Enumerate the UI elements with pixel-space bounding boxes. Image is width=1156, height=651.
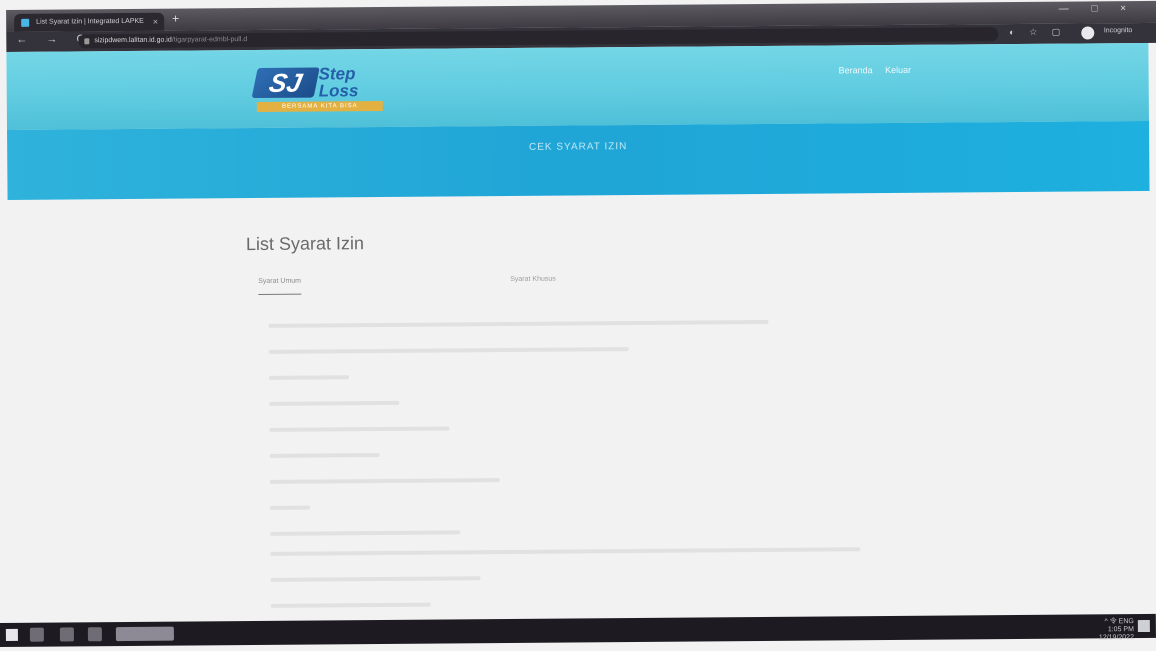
new-tab-icon[interactable]: + [172,12,179,26]
clock-time: 1:05 PM [1107,626,1134,634]
tab-syarat-khusus[interactable]: Syarat Khusus [510,276,556,283]
main-content: List Syarat Izin Syarat Umum Syarat Khus… [246,229,949,614]
requirement-row [269,426,450,432]
active-window-icon[interactable] [115,626,174,642]
profile-label[interactable]: Incognito [1104,27,1132,34]
url-host: sizipdwem.lalitan.id.go.id [94,36,172,45]
search-icon[interactable] [29,627,44,642]
requirement-row [268,347,629,354]
banner-title: CEK SYARAT IZIN [528,141,628,153]
requirement-row [270,602,431,608]
site-header: SJ Step Loss BERSAMA KITA BISA Beranda K… [6,42,1149,130]
requirement-row [269,505,311,510]
tab-title: List Syarat Izin | Integrated LAPKE [36,17,144,26]
site-logo[interactable]: SJ Step Loss BERSAMA KITA BISA [251,64,405,116]
requirement-row [268,375,349,380]
profile-avatar-icon[interactable] [1081,26,1095,40]
site-banner: CEK SYARAT IZIN [7,120,1150,200]
notification-icon[interactable] [1137,619,1150,633]
chrome-icon[interactable] [87,627,102,642]
tray-icons: ^ 令 ENG [1104,618,1134,626]
close-tab-icon[interactable]: × [153,13,158,31]
system-tray[interactable]: ^ 令 ENG 1:05 PM 12/19/2022 [1099,618,1134,642]
lock-icon [84,38,90,45]
logo-line-1: Step [318,64,356,84]
logo-tagline: BERSAMA KITA BISA [256,100,383,112]
requirement-list [268,315,889,608]
requirement-row [270,576,481,582]
window-controls[interactable]: — □ × [1059,3,1137,15]
requirement-row [268,319,769,328]
requirement-tabs: Syarat Umum Syarat Khusus [258,274,758,298]
header-nav: Beranda Keluar [839,65,922,76]
requirement-row [269,453,380,458]
nav-link-beranda[interactable]: Beranda [839,65,873,75]
browser-tab[interactable]: List Syarat Izin | Integrated LAPKE × [14,12,165,32]
extension-icons[interactable]: ◐ ☆ ▢ [1009,27,1066,38]
favicon-icon [21,18,30,27]
logo-mark: SJ [251,67,320,99]
windows-start-icon[interactable] [5,628,18,641]
url-path: /tigarpyarat-edmbl-pull.d [171,36,248,44]
tab-syarat-umum[interactable]: Syarat Umum [258,277,302,295]
requirement-row [270,547,861,556]
requirement-row [269,400,400,406]
nav-link-keluar[interactable]: Keluar [885,65,911,75]
browser-window: List Syarat Izin | Integrated LAPKE × + … [0,0,1156,635]
logo-text: Step Loss [318,64,359,101]
requirement-row [270,530,461,536]
clock-date: 12/19/2022 [1098,634,1134,642]
logo-line-2: Loss [318,81,359,101]
page-title: List Syarat Izin [245,233,365,255]
file-explorer-icon[interactable] [59,627,74,642]
requirement-row [269,478,500,484]
